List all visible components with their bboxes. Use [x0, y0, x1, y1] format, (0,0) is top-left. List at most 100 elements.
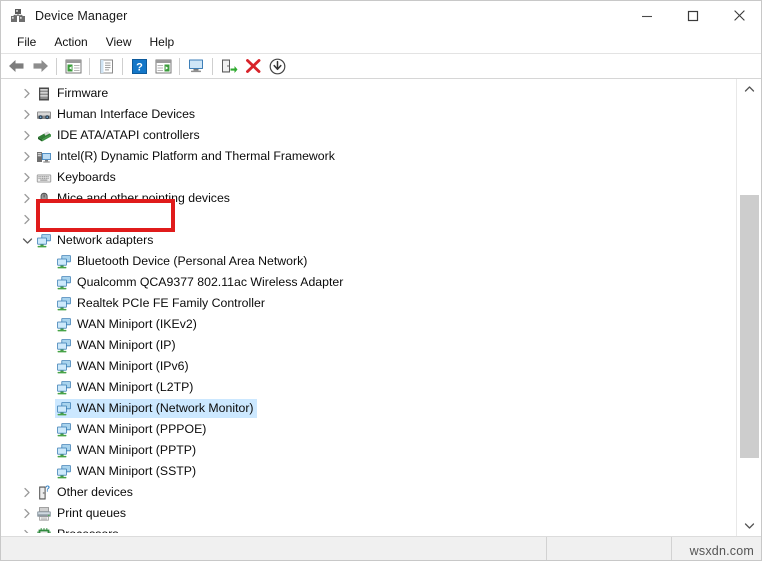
tree-item-wan-miniport-pppoe[interactable]: WAN Miniport (PPPOE) [1, 419, 736, 440]
tree-item-content[interactable]: IDE ATA/ATAPI controllers [35, 126, 203, 145]
properties-icon[interactable] [94, 54, 118, 78]
tree-item-processors[interactable]: Processors [1, 524, 736, 533]
tree-item-content[interactable]: Bluetooth Device (Personal Area Network) [55, 252, 310, 271]
tree-item-content[interactable]: Monitors [35, 210, 107, 229]
tree-item-wan-miniport-network-monitor[interactable]: WAN Miniport (Network Monitor) [1, 398, 736, 419]
tree-item-wan-miniport-ikev2[interactable]: WAN Miniport (IKEv2) [1, 314, 736, 335]
tree-item-content[interactable]: Print queues [35, 504, 129, 523]
tree-item-content[interactable]: Human Interface Devices [35, 105, 198, 124]
title-bar: Device Manager [0, 0, 762, 31]
network-adapter-icon [55, 442, 73, 460]
tree-item-label: Realtek PCIe FE Family Controller [77, 296, 265, 310]
tree-item-human-interface-devices[interactable]: Human Interface Devices [1, 104, 736, 125]
show-hide-action-pane-icon[interactable] [151, 54, 175, 78]
tree-item-ide-ata-atapi-controllers[interactable]: IDE ATA/ATAPI controllers [1, 125, 736, 146]
show-hide-console-tree-icon[interactable] [61, 54, 85, 78]
tree-item-content[interactable]: WAN Miniport (L2TP) [55, 378, 196, 397]
chevron-right-icon[interactable] [19, 125, 35, 146]
tree-item-label: Mice and other pointing devices [57, 191, 230, 205]
tree-item-monitors[interactable]: Monitors [1, 209, 736, 230]
tree-item-label: Bluetooth Device (Personal Area Network) [77, 254, 308, 268]
tree-item-content[interactable]: Qualcomm QCA9377 802.11ac Wireless Adapt… [55, 273, 346, 292]
tree-item-content[interactable]: WAN Miniport (IP) [55, 336, 179, 355]
help-icon[interactable]: ? [127, 54, 151, 78]
scroll-up-button[interactable] [737, 79, 762, 99]
menu-item-help[interactable]: Help [141, 33, 184, 51]
tree-item-label: Monitors [57, 212, 105, 226]
disable-device-icon[interactable] [265, 54, 289, 78]
chevron-right-icon[interactable] [19, 188, 35, 209]
tree-item-wan-miniport-ip[interactable]: WAN Miniport (IP) [1, 335, 736, 356]
minimize-button[interactable] [624, 0, 670, 31]
chevron-right-icon[interactable] [19, 83, 35, 104]
tree-item-label: Processors [57, 524, 119, 533]
tree-item-mice-and-other-pointing-devices[interactable]: Mice and other pointing devices [1, 188, 736, 209]
tree-item-network-adapters[interactable]: Network adapters [1, 230, 736, 251]
chevron-down-icon[interactable] [19, 230, 35, 251]
chevron-right-icon[interactable] [19, 482, 35, 503]
tree-item-content[interactable]: WAN Miniport (IKEv2) [55, 315, 200, 334]
tree-item-content[interactable]: WAN Miniport (PPPOE) [55, 420, 209, 439]
tree-item-label: Firmware [57, 86, 109, 100]
tree-item-other-devices[interactable]: ? Other devices [1, 482, 736, 503]
tree-item-realtek-pcie-fe-family-controller[interactable]: Realtek PCIe FE Family Controller [1, 293, 736, 314]
tree-item-intel-r-dynamic-platform-and-thermal-framework[interactable]: Intel(R) Dynamic Platform and Thermal Fr… [1, 146, 736, 167]
tree-item-content[interactable]: ? Other devices [35, 483, 136, 502]
chevron-right-icon[interactable] [19, 104, 35, 125]
scrollbar-thumb[interactable] [740, 194, 759, 458]
tree-item-wan-miniport-l2tp[interactable]: WAN Miniport (L2TP) [1, 377, 736, 398]
tree-item-content[interactable]: WAN Miniport (IPv6) [55, 357, 192, 376]
scrollbar-track[interactable] [737, 99, 762, 516]
tree-item-bluetooth-device-personal-area-network[interactable]: Bluetooth Device (Personal Area Network) [1, 251, 736, 272]
menu-bar: File Action View Help [0, 31, 762, 53]
tree-item-content[interactable]: Realtek PCIe FE Family Controller [55, 294, 268, 313]
tree-item-content[interactable]: WAN Miniport (Network Monitor) [55, 399, 257, 418]
printer-icon [35, 505, 53, 523]
menu-item-file[interactable]: File [8, 33, 45, 51]
chevron-right-icon[interactable] [19, 524, 35, 533]
tree-item-qualcomm-qca9377-802-11ac-wireless-adapter[interactable]: Qualcomm QCA9377 802.11ac Wireless Adapt… [1, 272, 736, 293]
maximize-button[interactable] [670, 0, 716, 31]
tree-item-content[interactable]: Intel(R) Dynamic Platform and Thermal Fr… [35, 147, 338, 166]
tree-item-wan-miniport-ipv6[interactable]: WAN Miniport (IPv6) [1, 356, 736, 377]
tree-item-content[interactable]: Network adapters [35, 231, 156, 250]
tree-item-keyboards[interactable]: Keyboards [1, 167, 736, 188]
close-button[interactable] [716, 0, 762, 31]
chevron-right-icon[interactable] [19, 503, 35, 524]
status-pane-2 [547, 537, 672, 561]
menu-item-action[interactable]: Action [45, 33, 96, 51]
tree-item-content[interactable]: Keyboards [35, 168, 119, 187]
tree-item-content[interactable]: Mice and other pointing devices [35, 189, 233, 208]
chevron-right-icon[interactable] [19, 209, 35, 230]
tree-item-print-queues[interactable]: Print queues [1, 503, 736, 524]
tree-item-content[interactable]: WAN Miniport (SSTP) [55, 462, 199, 481]
processor-icon [35, 526, 53, 533]
uninstall-device-icon[interactable] [241, 54, 265, 78]
hid-icon [35, 106, 53, 124]
menu-item-view[interactable]: View [97, 33, 141, 51]
device-tree[interactable]: Firmware Human Interface Devices IDE ATA/A… [1, 83, 736, 533]
chevron-right-icon[interactable] [19, 146, 35, 167]
tree-item-content[interactable]: WAN Miniport (PPTP) [55, 441, 199, 460]
scroll-down-button[interactable] [737, 516, 762, 536]
tree-item-content[interactable]: Firmware [35, 84, 111, 103]
window-controls [624, 0, 762, 31]
scan-for-hardware-changes-icon[interactable] [184, 54, 208, 78]
network-adapter-icon [55, 379, 73, 397]
network-adapter-icon [55, 253, 73, 271]
svg-text:?: ? [45, 485, 50, 494]
tree-item-wan-miniport-sstp[interactable]: WAN Miniport (SSTP) [1, 461, 736, 482]
vertical-scrollbar[interactable] [736, 79, 762, 536]
tree-item-label: WAN Miniport (Network Monitor) [77, 401, 254, 415]
chevron-right-icon[interactable] [19, 167, 35, 188]
tree-item-wan-miniport-pptp[interactable]: WAN Miniport (PPTP) [1, 440, 736, 461]
tree-item-label: WAN Miniport (IPv6) [77, 359, 189, 373]
toolbar-separator [179, 57, 180, 75]
tree-item-content[interactable]: Processors [35, 525, 122, 533]
tree-item-firmware[interactable]: Firmware [1, 83, 736, 104]
forward-arrow-icon[interactable] [28, 54, 52, 78]
back-arrow-icon[interactable] [4, 54, 28, 78]
update-driver-icon[interactable] [217, 54, 241, 78]
